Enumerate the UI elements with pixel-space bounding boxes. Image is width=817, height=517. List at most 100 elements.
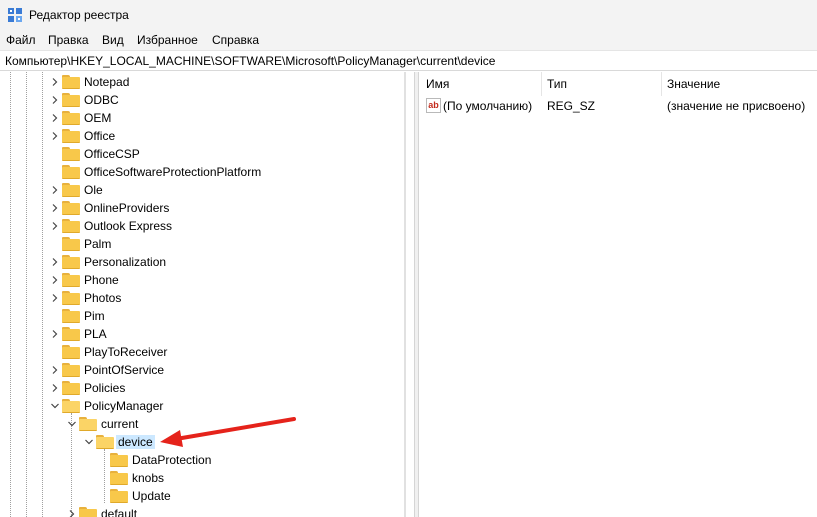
folder-icon [62, 201, 80, 215]
folder-icon [62, 309, 80, 323]
chevron-right-icon[interactable] [50, 203, 60, 213]
folder-icon [110, 489, 128, 503]
folder-icon [62, 381, 80, 395]
tree-item-label: Palm [84, 237, 112, 251]
scrollbar-track[interactable] [404, 72, 406, 517]
chevron-right-icon[interactable] [50, 185, 60, 195]
tree-item-label: ODBC [84, 93, 119, 107]
registry-editor-icon [8, 8, 22, 22]
value-data: (значение не присвоено) [667, 99, 806, 113]
column-header-name[interactable]: Имя [420, 72, 541, 96]
tree-item[interactable]: Update [0, 487, 398, 505]
pane-splitter[interactable] [414, 72, 419, 517]
tree-item-label: OnlineProviders [84, 201, 170, 215]
chevron-right-icon[interactable] [50, 329, 60, 339]
folder-icon [62, 273, 80, 287]
chevron-down-icon[interactable] [67, 419, 77, 429]
folder-icon [62, 255, 80, 269]
tree-item[interactable]: device [0, 433, 398, 451]
chevron-right-icon[interactable] [50, 257, 60, 267]
tree-item-label: current [101, 417, 139, 431]
address-path[interactable]: Компьютер\HKEY_LOCAL_MACHINE\SOFTWARE\Mi… [5, 54, 495, 68]
tree-item[interactable]: DataProtection [0, 451, 398, 469]
tree-item[interactable]: PointOfService [0, 361, 398, 379]
chevron-right-icon[interactable] [50, 365, 60, 375]
chevron-right-icon[interactable] [67, 509, 77, 517]
values-list[interactable]: Имя Тип Значение ab (По умолчанию) REG_S… [420, 72, 817, 517]
tree-item[interactable]: ODBC [0, 91, 398, 109]
chevron-down-icon[interactable] [50, 401, 60, 411]
tree-item-label: PlayToReceiver [84, 345, 168, 359]
menu-bar: Файл Правка Вид Избранное Справка [0, 30, 817, 50]
value-type: REG_SZ [547, 99, 596, 113]
chevron-right-icon[interactable] [50, 293, 60, 303]
menu-file[interactable]: Файл [6, 33, 36, 47]
tree-item-label: Photos [84, 291, 122, 305]
tree-item[interactable]: PolicyManager [0, 397, 398, 415]
tree-item[interactable]: Ole [0, 181, 398, 199]
menu-edit[interactable]: Правка [48, 33, 89, 47]
folder-open-icon [79, 417, 97, 431]
chevron-right-icon[interactable] [50, 113, 60, 123]
tree-item-label: default [101, 507, 138, 517]
menu-help[interactable]: Справка [212, 33, 259, 47]
column-header-data[interactable]: Значение [661, 72, 811, 96]
tree-item[interactable]: Outlook Express [0, 217, 398, 235]
chevron-right-icon[interactable] [50, 131, 60, 141]
chevron-right-icon[interactable] [50, 383, 60, 393]
value-name: (По умолчанию) [443, 99, 533, 113]
key-tree[interactable]: Notepad ODBC OEM Office OfficeCSP OfficeSoftw… [0, 72, 413, 517]
tree-item[interactable]: current [0, 415, 398, 433]
tree-item[interactable]: OEM [0, 109, 398, 127]
tree-item-label: Notepad [84, 75, 130, 89]
folder-icon [62, 363, 80, 377]
tree-item-label: Office [84, 129, 116, 143]
address-bar[interactable]: Компьютер\HKEY_LOCAL_MACHINE\SOFTWARE\Mi… [0, 50, 817, 71]
tree-item[interactable]: Palm [0, 235, 398, 253]
menu-view[interactable]: Вид [102, 33, 124, 47]
menu-favorites[interactable]: Избранное [137, 33, 198, 47]
folder-icon [62, 345, 80, 359]
tree-item[interactable]: Pim [0, 307, 398, 325]
tree-item[interactable]: PlayToReceiver [0, 343, 398, 361]
tree-item-label: device [116, 435, 155, 449]
tree-item[interactable]: PLA [0, 325, 398, 343]
tree-item-label: PolicyManager [84, 399, 164, 413]
folder-icon [62, 75, 80, 89]
tree-item[interactable]: OnlineProviders [0, 199, 398, 217]
folder-open-icon [62, 399, 80, 413]
folder-icon [62, 237, 80, 251]
tree-scrollbar[interactable] [398, 72, 413, 517]
tree-item[interactable]: OfficeSoftwareProtectionPlatform [0, 163, 398, 181]
tree-item-label: OfficeCSP [84, 147, 140, 161]
tree-item[interactable]: Photos [0, 289, 398, 307]
folder-icon [62, 111, 80, 125]
tree-item-label: Update [132, 489, 171, 503]
tree-item[interactable]: Personalization [0, 253, 398, 271]
column-header-type[interactable]: Тип [541, 72, 661, 96]
tree-item[interactable]: Phone [0, 271, 398, 289]
tree-item[interactable]: Office [0, 127, 398, 145]
tree-item[interactable]: default [0, 505, 398, 517]
folder-icon [62, 147, 80, 161]
tree-item-label: knobs [132, 471, 165, 485]
chevron-right-icon[interactable] [50, 95, 60, 105]
tree-item-label: PointOfService [84, 363, 165, 377]
tree-item-label: Ole [84, 183, 103, 197]
value-row[interactable]: ab (По умолчанию) REG_SZ (значение не пр… [420, 96, 817, 116]
tree-item[interactable]: Policies [0, 379, 398, 397]
chevron-right-icon[interactable] [50, 77, 60, 87]
tree-item[interactable]: OfficeCSP [0, 145, 398, 163]
folder-icon [110, 453, 128, 467]
folder-icon [62, 183, 80, 197]
chevron-right-icon[interactable] [50, 275, 60, 285]
title-bar: Редактор реестра [0, 0, 817, 30]
folder-icon [79, 507, 97, 517]
folder-icon [62, 129, 80, 143]
chevron-right-icon[interactable] [50, 221, 60, 231]
chevron-down-icon[interactable] [84, 437, 94, 447]
tree-item[interactable]: knobs [0, 469, 398, 487]
tree-item-label: OfficeSoftwareProtectionPlatform [84, 165, 262, 179]
folder-icon [110, 471, 128, 485]
tree-item[interactable]: Notepad [0, 73, 398, 91]
